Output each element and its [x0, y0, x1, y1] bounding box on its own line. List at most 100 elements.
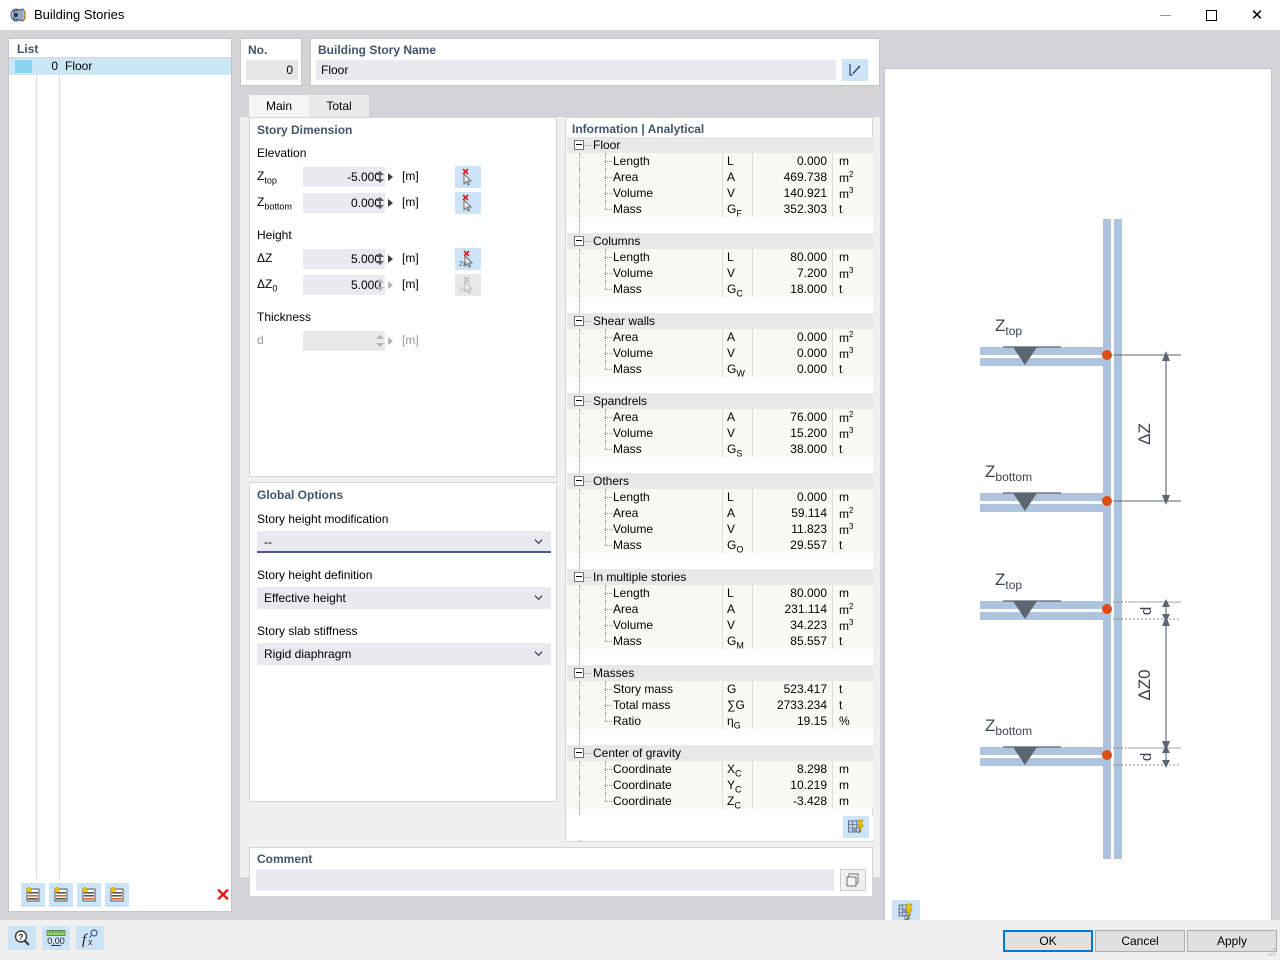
ztop-spinner[interactable]: [374, 167, 385, 187]
ztop-pick-button[interactable]: [455, 166, 481, 188]
zbottom-input[interactable]: 0.000: [303, 193, 385, 213]
collapse-icon[interactable]: [574, 140, 584, 150]
delta-z0-diagram: Ztop Zbottom d ΔZ0 d: [980, 549, 1181, 859]
delta-z-pick-button[interactable]: 2x: [455, 248, 481, 270]
delta-z-spinner[interactable]: [374, 249, 385, 269]
close-button[interactable]: ✕: [1234, 0, 1280, 30]
tree-group-header[interactable]: Others: [567, 473, 873, 489]
comment-copy-button[interactable]: [840, 869, 866, 891]
thickness-spinner: [374, 331, 385, 351]
tree-group-header[interactable]: Shear walls: [567, 313, 873, 329]
collapse-icon[interactable]: [574, 572, 584, 582]
zbottom-pick-button[interactable]: [455, 192, 481, 214]
collapse-icon[interactable]: [574, 748, 584, 758]
tree-group-header[interactable]: Columns: [567, 233, 873, 249]
delta-z0-label: ΔZ0: [257, 277, 278, 294]
tree-row[interactable]: Story mass G 523.417 t: [567, 681, 873, 697]
tree-row[interactable]: Area A 469.738 m2: [567, 169, 873, 185]
add-story-bottom-button[interactable]: [105, 883, 129, 907]
tree-row[interactable]: Volume V 15.200 m3: [567, 425, 873, 441]
tree-row[interactable]: Mass GM 85.557 t: [567, 633, 873, 650]
story-name-edit-button[interactable]: [842, 59, 868, 81]
story-number-value: 0: [246, 60, 298, 80]
tree-row[interactable]: Area A 76.000 m2: [567, 409, 873, 425]
functions-button[interactable]: f x: [76, 926, 104, 950]
tree-row[interactable]: Mass GS 38.000 t: [567, 441, 873, 458]
delta-z0-input[interactable]: 5.000: [303, 275, 385, 295]
tree-connector: [605, 177, 612, 178]
collapse-icon[interactable]: [574, 316, 584, 326]
ok-button[interactable]: OK: [1003, 930, 1093, 952]
apply-button[interactable]: Apply: [1187, 930, 1277, 952]
help-button[interactable]: ?: [8, 926, 36, 950]
tree-row[interactable]: Mass GF 352.303 t: [567, 201, 873, 218]
tree-row[interactable]: Volume V 140.921 m3: [567, 185, 873, 201]
minimize-button[interactable]: [1142, 0, 1188, 30]
maximize-button[interactable]: [1188, 0, 1234, 30]
resize-grip[interactable]: [1267, 947, 1277, 957]
tab-main[interactable]: Main: [249, 95, 309, 117]
tree-row[interactable]: Total mass ∑G 2733.234 t: [567, 697, 873, 713]
tree-row[interactable]: Length L 80.000 m: [567, 249, 873, 265]
tree-row[interactable]: Length L 0.000 m: [567, 153, 873, 169]
insert-story-above-button[interactable]: [21, 883, 45, 907]
tree-row[interactable]: Mass GO 29.557 t: [567, 537, 873, 554]
tree-row-unit: %: [839, 714, 850, 728]
tree-rail: [605, 441, 606, 449]
tab-total[interactable]: Total: [309, 95, 369, 117]
table-export-button[interactable]: [843, 816, 869, 838]
information-tree[interactable]: Floor Length L 0.000 m Area A 469.738 m2 Volume V 1…: [567, 137, 873, 841]
tree-row[interactable]: Volume V 7.200 m3: [567, 265, 873, 281]
list-item[interactable]: 0 Floor: [9, 58, 231, 75]
collapse-icon[interactable]: [574, 396, 584, 406]
tree-group-header[interactable]: Masses: [567, 665, 873, 681]
tree-group-label: Others: [593, 474, 630, 488]
collapse-icon[interactable]: [574, 236, 584, 246]
ztop-more-arrow[interactable]: [388, 173, 393, 181]
tree-group-header[interactable]: Center of gravity: [567, 745, 873, 761]
delta-z-input[interactable]: 5.000: [303, 249, 385, 269]
insert-story-below-button[interactable]: [49, 883, 73, 907]
tree-row[interactable]: Area A 0.000 m2: [567, 329, 873, 345]
tree-row[interactable]: Volume V 34.223 m3: [567, 617, 873, 633]
tree-group-header[interactable]: Spandrels: [567, 393, 873, 409]
add-story-top-button[interactable]: [77, 883, 101, 907]
tree-row[interactable]: Coordinate YC 10.219 m: [567, 777, 873, 794]
story-slab-stiffness-select[interactable]: Rigid diaphragm: [257, 643, 551, 665]
tree-row[interactable]: Mass GW 0.000 t: [567, 361, 873, 378]
tree-row[interactable]: Area A 59.114 m2: [567, 505, 873, 521]
tree-rail: [579, 153, 580, 169]
story-name-input[interactable]: Floor: [316, 60, 836, 80]
units-button[interactable]: 0,00: [42, 926, 70, 950]
story-color-swatch[interactable]: [15, 60, 32, 73]
tree-row-value: 7.200: [796, 266, 827, 280]
comment-input[interactable]: [256, 869, 834, 891]
tree-row[interactable]: Ratio ηG 19.15%: [567, 713, 873, 730]
zbottom-spinner[interactable]: [374, 193, 385, 213]
tree-row[interactable]: Volume V 0.000 m3: [567, 345, 873, 361]
tree-row[interactable]: Coordinate ZC -3.428 m: [567, 793, 873, 810]
zbottom-more-arrow[interactable]: [388, 199, 393, 207]
tree-row[interactable]: Length L 80.000 m: [567, 585, 873, 601]
tree-row[interactable]: Area A 231.114 m2: [567, 601, 873, 617]
tree-rail: [579, 441, 580, 457]
tree-group-header[interactable]: Floor: [567, 137, 873, 153]
tree-connector: [605, 273, 612, 274]
story-height-definition-select[interactable]: Effective height: [257, 587, 551, 609]
story-height-modification-select[interactable]: --: [257, 531, 551, 553]
list-header: List: [9, 39, 231, 58]
delete-story-button[interactable]: ✕: [211, 883, 235, 907]
cancel-button[interactable]: Cancel: [1095, 930, 1185, 952]
ztop-input[interactable]: -5.000: [303, 167, 385, 187]
tree-rail: [579, 601, 580, 617]
tree-group-header[interactable]: In multiple stories: [567, 569, 873, 585]
tree-row[interactable]: Coordinate XC 8.298 m: [567, 761, 873, 778]
tree-row[interactable]: Length L 0.000 m: [567, 489, 873, 505]
collapse-icon[interactable]: [574, 668, 584, 678]
collapse-icon[interactable]: [574, 476, 584, 486]
delta-z-more-arrow[interactable]: [388, 255, 393, 263]
delta-z0-spinner[interactable]: [374, 275, 385, 295]
tree-row[interactable]: Volume V 11.823 m3: [567, 521, 873, 537]
tree-row[interactable]: Mass GC 18.000 t: [567, 281, 873, 298]
tree-row-symbol: A: [727, 602, 736, 616]
